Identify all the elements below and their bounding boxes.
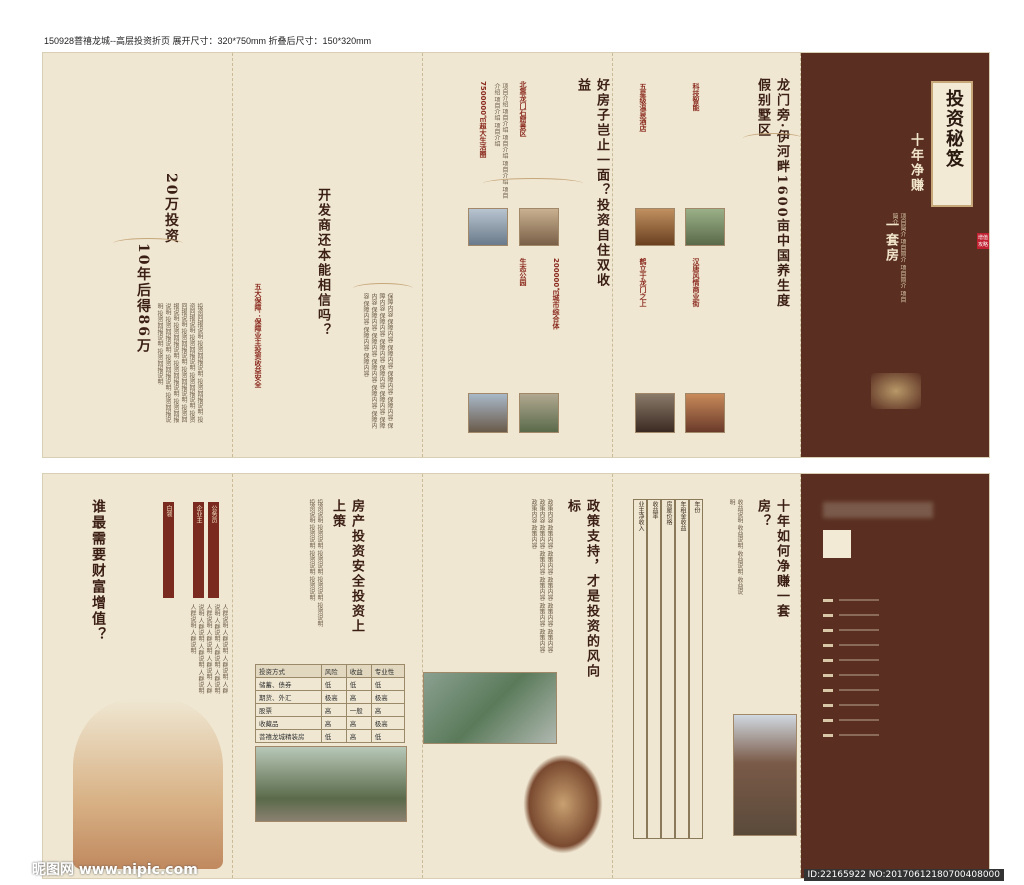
investment-table: 投资方式 风险 收益 专业性 储蓄、债券低低低 期货、外汇 极高高极高 股票高一般… — [255, 664, 406, 743]
panel-ten-years: 十年如何净赚一套房？ 收益说明 收益说明 收益说明 收益说明 年份 年租金收益 … — [613, 474, 801, 878]
body-text: 保障内容 保障内容 保障内容 保障内容 保障内容 保障内容 保障内容 保障内容 … — [362, 293, 393, 429]
tag-3: 汉唐风情商业街 — [692, 258, 700, 307]
cell: 高 — [345, 729, 372, 743]
cell: 极高 — [370, 690, 406, 704]
yield-table: 年份 年租金收益 房屋价格 收益率 业主净收入 — [633, 499, 703, 839]
panel-policy: 政策支持，才是投资的风向标 政策内容 政策内容 政策内容 政策内容 政策内容 政… — [423, 474, 613, 878]
cell: 低 — [370, 677, 406, 691]
slogan-a: 十年净赚 — [908, 133, 923, 193]
body-text: 收益说明 收益说明 收益说明 收益说明 — [728, 499, 743, 595]
th: 收益 — [345, 664, 372, 678]
illustration-horse — [523, 754, 603, 854]
cloud-ornament — [113, 238, 183, 249]
tag-3: 生态公园 — [519, 258, 527, 286]
row-label-col: 年份 — [689, 499, 703, 839]
panel-developer: 开发商还本能相信吗？ 五大保障：保障业主投资收益安全 保障内容 保障内容 保障内… — [233, 53, 423, 457]
photo-grotto — [519, 208, 559, 246]
watermark: 昵图网 www.nipic.com — [32, 862, 198, 878]
back-cover — [801, 474, 989, 878]
cell: 储蓄、债券 — [255, 677, 322, 691]
row-label-col: 房屋价格 — [661, 499, 675, 839]
cell: 一般 — [345, 703, 372, 717]
row-label-col: 年租金收益 — [675, 499, 689, 839]
cell: 高 — [345, 690, 372, 704]
illustration-procession — [73, 699, 223, 869]
cell: 低 — [320, 729, 347, 743]
photo-tower — [733, 714, 797, 836]
cell: 期货、外汇 — [255, 690, 322, 704]
cell: 高 — [320, 703, 347, 717]
info-list — [839, 599, 879, 749]
panel-20wan: 20万投资 10年后得86万 投资回报说明 投资回报说明 投资回报说明 投资回报… — [43, 53, 233, 457]
th: 投资方式 — [255, 664, 322, 678]
tag-2: 公务员 — [208, 502, 219, 598]
cell: 高 — [370, 703, 406, 717]
photo-building — [468, 393, 508, 433]
cell: 极高 — [320, 690, 347, 704]
panel-real-estate: 房产投资安全投资上上策 投资说明 投资说明 投资说明 投资说明 投资说明 投资说… — [233, 474, 423, 878]
cover-panel: 投资秘笈 十年净赚 一套房 项目简介 项目简介 项目简介 项目简介 增值攻略 — [801, 53, 989, 457]
image-id: ID:22165922 NO:20170612180700408000 — [803, 869, 1004, 881]
tag-4: 鹤立于龙门之上 — [639, 258, 647, 307]
side-tag: 增值攻略 — [977, 233, 989, 249]
tag-3: 白领 — [163, 502, 174, 598]
cell: 收藏品 — [255, 716, 322, 730]
photo-garden — [255, 746, 407, 822]
tag-2: 科技智能 — [692, 83, 700, 111]
panel-title: 政策支持，才是投资的风向标 — [565, 499, 599, 679]
icon-list — [823, 599, 833, 749]
blurred-contact — [823, 502, 933, 518]
body-text: 投资回报说明 投资回报说明 投资回报说明 投资回报说明 投资回报说明 投资回报说… — [156, 303, 203, 423]
body-text: 投资说明 投资说明 投资说明 投资说明 投资说明 投资说明 投资说明 投资说明 … — [308, 499, 323, 627]
title-seal: 投资秘笈 — [931, 81, 973, 207]
bottom-sheet: 谁最需要财富增值？ 企业主 公务员 白领 人群说明 人群说明 人群说明 人群说明… — [42, 473, 990, 879]
cell: 菩禧龙城精装房 — [255, 729, 322, 743]
cell: 高 — [345, 716, 372, 730]
photo-hotel — [635, 208, 675, 246]
photo-couple — [685, 208, 725, 246]
panel-longmen: 龙门旁·伊河畔1600亩中国养生度假别墅区 五星级温泉酒店 科技智能 汉唐风情商… — [613, 53, 803, 457]
panel-title: 十年如何净赚一套房？ — [755, 499, 789, 619]
panel-dual-income: 好房子岂止一面？投资自住双收益 北靠龙门石窟景区 7500000㎡超大生活圈 生… — [423, 53, 613, 457]
cell: 低 — [370, 729, 406, 743]
panel-title-a: 20万投资 — [163, 173, 179, 245]
body-text: 政策内容 政策内容 政策内容 政策内容 政策内容 政策内容 政策内容 政策内容 … — [530, 499, 553, 653]
photo-street — [685, 393, 725, 433]
cloud-ornament — [483, 178, 583, 189]
row-label: 房屋价格 — [665, 501, 672, 525]
spec-header: 150928菩禧龙城--高层投资折页 展开尺寸：320*750mm 折叠后尺寸：… — [44, 36, 372, 46]
th: 风险 — [320, 664, 347, 678]
row-label: 年份 — [693, 501, 700, 513]
row-label: 年租金收益 — [679, 501, 686, 531]
cell: 低 — [345, 677, 372, 691]
photo-villa — [519, 393, 559, 433]
row-label: 收益率 — [651, 501, 658, 519]
cloud-ornament — [743, 133, 803, 144]
body-text: 人群说明 人群说明 人群说明 人群说明 人群说明 人群说明 人群说明 人群说明 … — [189, 604, 228, 694]
panel-title: 龙门旁·伊河畔1600亩中国养生度假别墅区 — [755, 78, 789, 309]
photo-dome — [468, 208, 508, 246]
cell: 低 — [320, 677, 347, 691]
photo-people — [635, 393, 675, 433]
panel-who-needs: 谁最需要财富增值？ 企业主 公务员 白领 人群说明 人群说明 人群说明 人群说明… — [43, 474, 233, 878]
photo-aerial — [423, 672, 557, 744]
th: 专业性 — [370, 664, 406, 678]
tag-4: 200000㎡城市综合体 — [552, 258, 560, 330]
panel-title: 房产投资安全投资上上策 — [330, 499, 364, 634]
cell: 高 — [320, 716, 347, 730]
row-label-col: 业主净收入 — [633, 499, 647, 839]
logo-mark — [871, 373, 921, 409]
tag-1: 五星级温泉酒店 — [639, 83, 647, 132]
row-label: 业主净收入 — [637, 501, 644, 531]
top-sheet: 20万投资 10年后得86万 投资回报说明 投资回报说明 投资回报说明 投资回报… — [42, 52, 990, 458]
row-label-col: 收益率 — [647, 499, 661, 839]
cover-text: 项目简介 项目简介 项目简介 项目简介 — [891, 213, 906, 303]
tag-1: 企业主 — [193, 502, 204, 598]
cell: 股票 — [255, 703, 322, 717]
red-tag: 五大保障：保障业主投资收益安全 — [254, 283, 262, 388]
qr-code — [823, 530, 851, 558]
cell: 极高 — [370, 716, 406, 730]
cloud-ornament — [353, 283, 413, 294]
